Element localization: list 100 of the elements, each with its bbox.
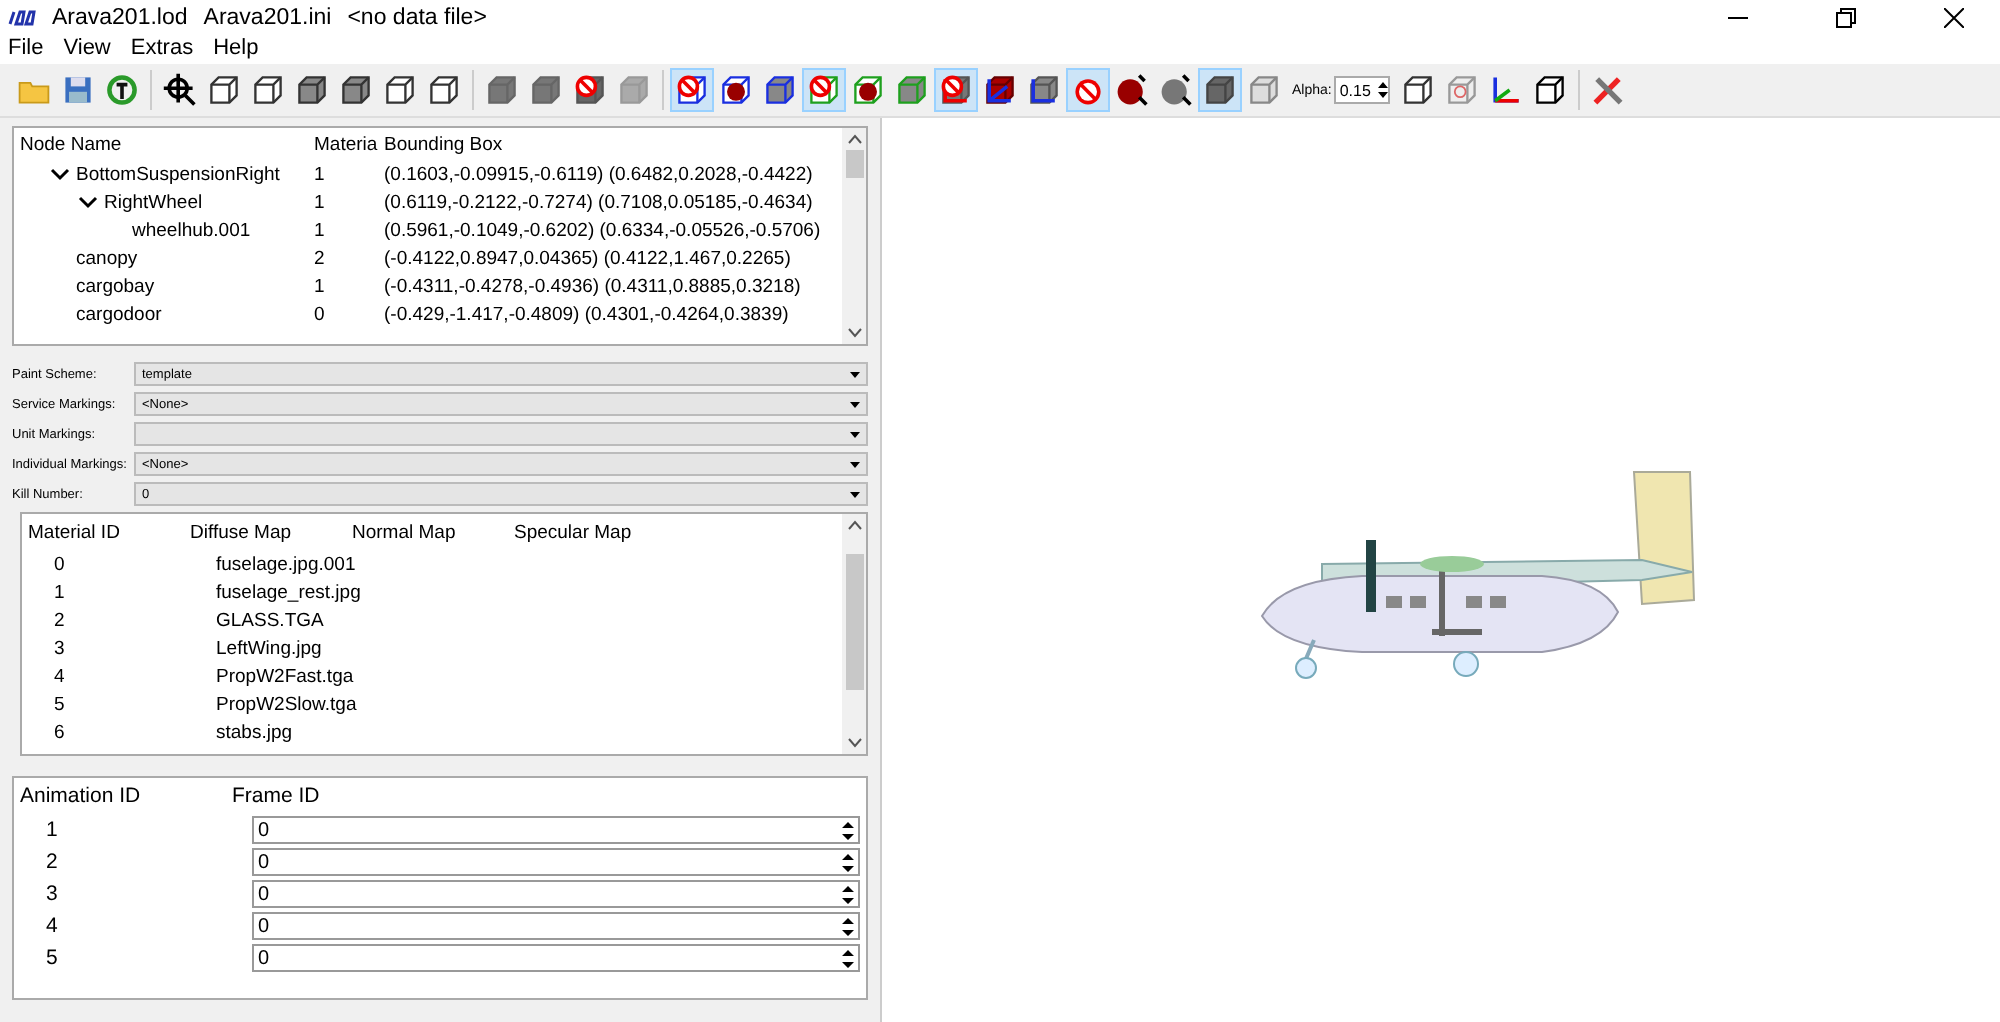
- table-cell: 4: [54, 665, 65, 687]
- axes-icon: [938, 72, 974, 108]
- scrollbar[interactable]: [842, 128, 866, 344]
- table-cell-text: LeftWing.jpg: [214, 637, 322, 659]
- dropdown-arrow-icon: [850, 491, 860, 497]
- cube-icon: [674, 72, 710, 108]
- column-header[interactable]: Materia: [314, 133, 384, 155]
- cube-icon: [1246, 72, 1282, 108]
- frame-spinbox[interactable]: 0: [252, 912, 860, 940]
- cube-icon: [616, 72, 652, 108]
- menu-item[interactable]: View: [63, 36, 111, 64]
- table-cell-text: 1: [314, 219, 327, 241]
- scroll-up-icon[interactable]: [847, 134, 861, 144]
- axis-icon: [1488, 72, 1525, 108]
- table-cell: (-0.4311,-0.4278,-0.4936) (0.4311,0.8885,0.3218): [384, 275, 801, 297]
- axes-icon: [982, 72, 1018, 108]
- cube-icon: [1400, 72, 1437, 108]
- box-icon: [1532, 72, 1569, 108]
- cube-icon: [894, 72, 930, 108]
- table-cell-text: 1: [314, 275, 327, 297]
- scroll-thumb[interactable]: [845, 554, 863, 690]
- scroll-thumb[interactable]: [845, 150, 863, 178]
- column-header[interactable]: Animation ID: [14, 784, 226, 808]
- reload-icon: [104, 72, 140, 108]
- save-icon: [60, 72, 96, 108]
- table-cell: 3: [46, 882, 58, 906]
- toolbar-button[interactable]: [1198, 68, 1242, 112]
- scroll-up-icon[interactable]: [847, 520, 861, 530]
- frame-spinbox[interactable]: 0: [252, 848, 860, 876]
- column-header[interactable]: Normal Map: [346, 521, 508, 543]
- scroll-down-icon[interactable]: [847, 328, 861, 338]
- cube-icon: [382, 72, 418, 108]
- cube-icon: [1202, 72, 1238, 108]
- menu-item[interactable]: File: [8, 36, 44, 64]
- axes-icon: [1026, 72, 1062, 108]
- dropdown-arrow-icon: [850, 371, 860, 377]
- window-title: Arava201.lod: [52, 6, 188, 30]
- spin-arrows-icon[interactable]: [842, 851, 854, 873]
- chevron-icon[interactable]: [78, 192, 98, 212]
- table-cell: 5: [54, 693, 65, 715]
- cube-icon: [294, 72, 330, 108]
- scrollbar[interactable]: [842, 514, 866, 754]
- tree-node[interactable]: canopy: [76, 247, 138, 269]
- app-logo-icon: [8, 10, 36, 26]
- tree-node[interactable]: cargodoor: [76, 303, 162, 325]
- table-cell: 0: [54, 553, 65, 575]
- cube-icon: [718, 72, 754, 108]
- alpha-spinner[interactable]: 0.15: [1333, 76, 1391, 104]
- window-title: <no data file>: [347, 6, 487, 30]
- frame-spinbox[interactable]: 0: [252, 816, 860, 844]
- cube-icon: [250, 72, 286, 108]
- table-cell: 1: [46, 818, 58, 842]
- frame-spinbox[interactable]: 0: [252, 880, 860, 908]
- menu-item[interactable]: Extras: [130, 36, 194, 64]
- tree-node[interactable]: RightWheel: [104, 191, 203, 213]
- spin-arrows-icon[interactable]: [842, 883, 854, 905]
- cube-icon: [806, 72, 842, 108]
- table-cell: (0.5961,-0.1049,-0.6202) (0.6334,-0.05526,-0.5706): [384, 219, 821, 241]
- table-cell-text: PropW2Fast.tga: [214, 665, 354, 687]
- spin-arrows-icon[interactable]: [842, 819, 854, 841]
- menu-item[interactable]: Help: [213, 36, 259, 64]
- dropdown-arrow-icon: [850, 401, 860, 407]
- spin-arrows-icon[interactable]: [842, 915, 854, 937]
- toolbar-button[interactable]: [934, 68, 978, 112]
- cube-icon: [528, 72, 564, 108]
- spin-arrows-icon[interactable]: [842, 947, 854, 969]
- table-cell-text: 0: [314, 303, 327, 325]
- table-cell: 1: [54, 581, 65, 603]
- scroll-down-icon[interactable]: [847, 738, 861, 748]
- cube-icon: [206, 72, 242, 108]
- table-cell: (-0.429,-1.417,-0.4809) (0.4301,-0.4264,0.3839): [384, 303, 789, 325]
- column-header[interactable]: Diffuse Map: [184, 521, 346, 543]
- table-cell: 4: [46, 914, 58, 938]
- spin-arrows-icon[interactable]: [1378, 80, 1389, 100]
- tree-node[interactable]: wheelhub.001: [132, 219, 251, 241]
- frame-spinbox[interactable]: 0: [252, 944, 860, 972]
- table-cell: 5: [46, 946, 58, 970]
- dropdown-arrow-icon: [850, 431, 860, 437]
- cube-icon: [484, 72, 520, 108]
- column-header[interactable]: Frame ID: [226, 784, 320, 808]
- toolbar-button[interactable]: [670, 68, 714, 112]
- tree-node[interactable]: BottomSuspensionRight: [76, 163, 280, 185]
- table-cell-text: fuselage_rest.jpg: [214, 581, 361, 603]
- cube-icon: [572, 72, 608, 108]
- table-cell-text: GLASS.TGA: [214, 609, 324, 631]
- cube-icon: [338, 72, 374, 108]
- table-cell-text: 2: [314, 247, 327, 269]
- chevron-icon[interactable]: [50, 164, 70, 184]
- table-cell: 3: [54, 637, 65, 659]
- cube-icon: [762, 72, 798, 108]
- column-header[interactable]: Node Name: [14, 133, 314, 155]
- ball-icon: [1158, 72, 1194, 108]
- column-header[interactable]: Bounding Box: [384, 133, 503, 155]
- tree-node[interactable]: cargobay: [76, 275, 155, 297]
- table-cell: 6: [54, 721, 65, 743]
- table-cell-text: fuselage.jpg.001: [214, 553, 356, 575]
- column-header[interactable]: Specular Map: [508, 521, 632, 543]
- column-header[interactable]: Material ID: [22, 521, 184, 543]
- table-cell-text: PropW2Slow.tga: [214, 693, 357, 715]
- ball-icon: [1114, 72, 1150, 108]
